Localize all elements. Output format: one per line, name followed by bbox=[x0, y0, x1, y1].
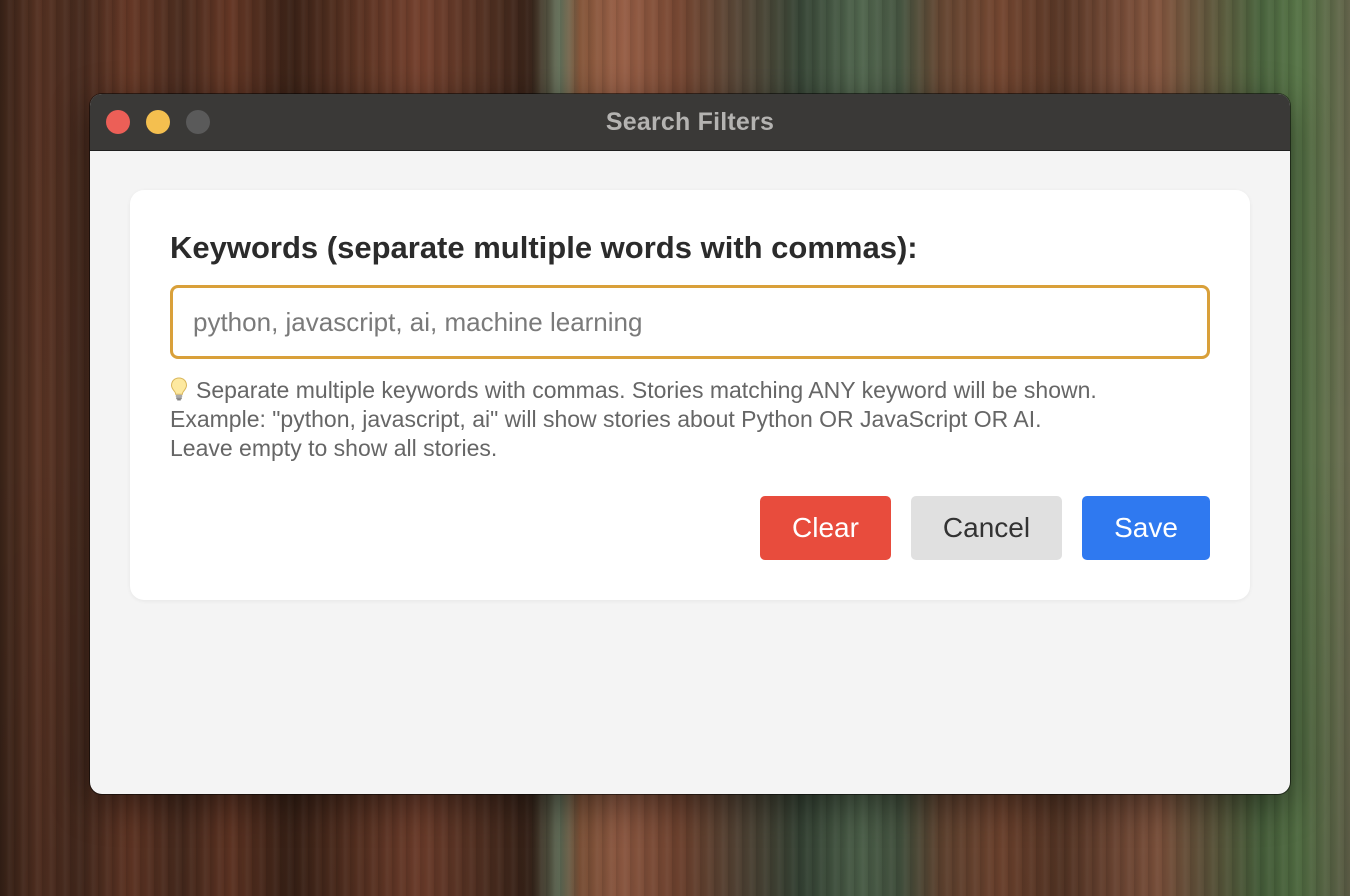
cancel-button[interactable]: Cancel bbox=[911, 496, 1062, 560]
save-button[interactable]: Save bbox=[1082, 496, 1210, 560]
minimize-window-button[interactable] bbox=[146, 110, 170, 134]
keywords-label: Keywords (separate multiple words with c… bbox=[170, 230, 918, 265]
close-window-button[interactable] bbox=[106, 110, 130, 134]
action-buttons: Clear Cancel Save bbox=[760, 496, 1210, 560]
window-controls bbox=[106, 110, 210, 134]
lightbulb-icon bbox=[170, 376, 196, 405]
window-title: Search Filters bbox=[605, 107, 775, 136]
help-line-tip: Separate multiple keywords with commas. … bbox=[170, 376, 1230, 405]
title-bar[interactable]: Search Filters bbox=[90, 94, 1290, 151]
clear-button[interactable]: Clear bbox=[760, 496, 891, 560]
search-filters-window: Search Filters Keywords (separate multip… bbox=[90, 94, 1290, 794]
filter-card: Keywords (separate multiple words with c… bbox=[130, 190, 1250, 600]
desktop-background: Search Filters Keywords (separate multip… bbox=[0, 0, 1350, 896]
help-text: Separate multiple keywords with commas. … bbox=[170, 376, 1230, 463]
keywords-input[interactable] bbox=[170, 285, 1210, 359]
help-line-2: Example: "python, javascript, ai" will s… bbox=[170, 406, 1042, 432]
help-line-1: Separate multiple keywords with commas. … bbox=[196, 377, 1097, 403]
help-line-3: Leave empty to show all stories. bbox=[170, 435, 498, 461]
zoom-window-button[interactable] bbox=[186, 110, 210, 134]
